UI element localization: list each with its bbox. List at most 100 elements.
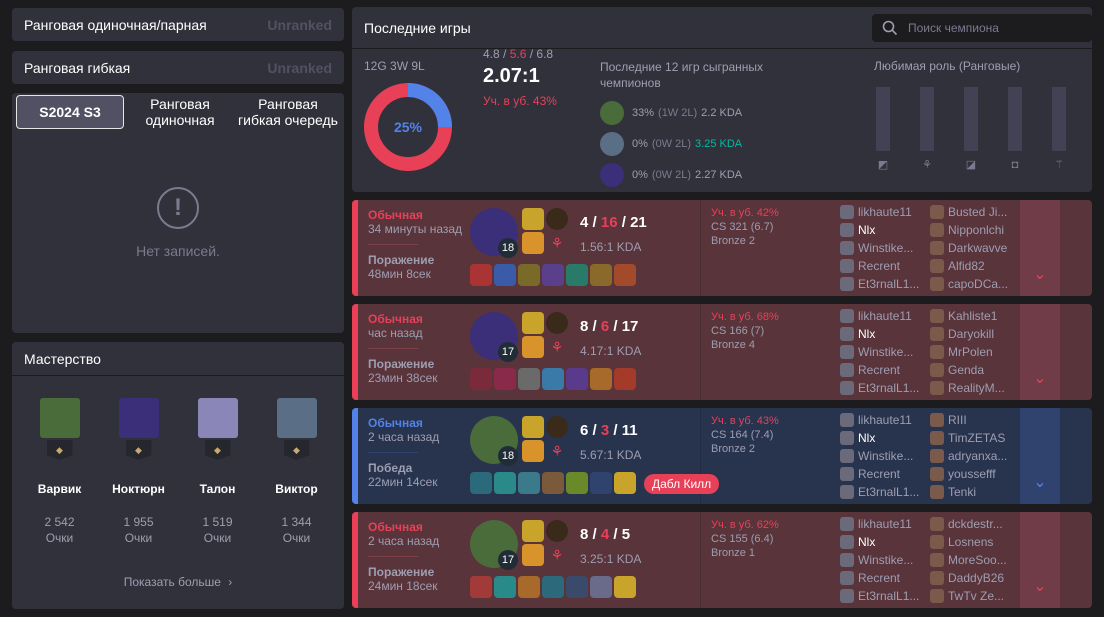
player[interactable]: Nipponlchi (930, 221, 1020, 239)
no-records-text: Нет записей. (136, 243, 220, 259)
player[interactable]: Et3rnalL1... (840, 379, 930, 397)
champion-icon (840, 431, 854, 445)
player[interactable]: likhaute11 (840, 203, 930, 221)
player[interactable]: MrPolen (930, 343, 1020, 361)
mastery-badge-icon: ◆ (283, 440, 310, 460)
match-type: Обычная (368, 208, 423, 222)
player[interactable]: likhaute11 (840, 411, 930, 429)
champion-search[interactable] (872, 13, 1092, 42)
player[interactable]: Nlx (840, 221, 930, 239)
ranked-solo-title: Ранговая одиночная/парная (24, 16, 207, 33)
mastery-champion[interactable]: ◆ Талон 1 519 Очки (183, 398, 253, 546)
player[interactable]: Alfid82 (930, 257, 1020, 275)
player[interactable]: MoreSoo... (930, 551, 1020, 569)
player[interactable]: Winstike... (840, 343, 930, 361)
expand-match-button[interactable]: ⌄ (1020, 200, 1060, 296)
creep-score: CS 155 (6.4) (711, 533, 774, 545)
items (470, 368, 636, 390)
champion-icon (930, 277, 944, 291)
player[interactable]: Nlx (840, 325, 930, 343)
champion-icon (840, 553, 854, 567)
player[interactable]: DaddyB26 (930, 569, 1020, 587)
player[interactable]: Et3rnalL1... (840, 275, 930, 293)
show-more-label: Показать больше (123, 575, 221, 589)
tab-ranked-flex[interactable]: Ранговая гибкая очередь (234, 95, 342, 129)
played-champions-title: Последние 12 игр сыгранных чемпионов (600, 60, 764, 90)
champion-icon (930, 535, 944, 549)
match-duration: 23мин 38сек (368, 371, 438, 385)
expand-match-button[interactable]: ⌄ (1020, 512, 1060, 608)
recent-games-panel: Последние игры 12G 3W 9L 25% 4.8 / 5.6 /… (352, 7, 1092, 192)
match-duration: 48мин 8сек (368, 267, 431, 281)
player[interactable]: Et3rnalL1... (840, 587, 930, 605)
rune-icon (546, 520, 568, 542)
player[interactable]: adryanxa... (930, 447, 1020, 465)
player[interactable]: Recrent (840, 257, 930, 275)
summoner-spell-icon (522, 232, 544, 254)
mastery-champion[interactable]: ◆ Варвик 2 542 Очки (25, 398, 95, 546)
show-more-button[interactable]: Показать больше › (12, 575, 344, 589)
player[interactable]: Nlx (840, 429, 930, 447)
item-icon (470, 576, 492, 598)
expand-match-button[interactable]: ⌄ (1020, 408, 1060, 504)
tab-season[interactable]: S2024 S3 (16, 95, 124, 129)
player[interactable]: Kahliste1 (930, 307, 1020, 325)
mastery-champion[interactable]: ◆ Виктор 1 344 Очки (262, 398, 332, 546)
player[interactable]: capoDCa... (930, 275, 1020, 293)
champion-icon (930, 309, 944, 323)
player[interactable]: Winstike... (840, 447, 930, 465)
match-card[interactable]: Обычная 2 часа назад Поражение 24мин 18сек 1… (352, 512, 1092, 608)
player[interactable]: Recrent (840, 569, 930, 587)
player[interactable]: TimZETAS (930, 429, 1020, 447)
champion-icon (930, 449, 944, 463)
match-card[interactable]: Обычная 34 минуты назад Поражение 48мин 8се… (352, 200, 1092, 296)
champion-icon (840, 241, 854, 255)
played-champion-row: 33% (1W 2L) 2.2 KDA (600, 101, 790, 125)
expand-match-button[interactable]: ⌄ (1020, 304, 1060, 400)
player[interactable]: Losnens (930, 533, 1020, 551)
player[interactable]: TwTv Ze... (930, 587, 1020, 605)
player[interactable]: Winstike... (840, 551, 930, 569)
search-input[interactable] (908, 20, 1078, 35)
champion-icon (840, 259, 854, 273)
rune-icon: ⚘ (550, 547, 564, 563)
played-champion-row: 0% (0W 2L) 3.25 KDA (600, 132, 790, 156)
champion-icon (840, 363, 854, 377)
champion-icon (930, 345, 944, 359)
player[interactable]: Recrent (840, 361, 930, 379)
player[interactable]: Daryokill (930, 325, 1020, 343)
search-icon (882, 20, 898, 35)
match-card[interactable]: Обычная час назад Поражение 23мин 38сек 17 ⚘ 8… (352, 304, 1092, 400)
champion-level: 18 (498, 238, 518, 258)
player[interactable]: likhaute11 (840, 307, 930, 325)
player[interactable]: dckdestr... (930, 515, 1020, 533)
item-icon (470, 368, 492, 390)
match-card[interactable]: Обычная 2 часа назад Победа 22мин 14сек 18 ⚘ 6… (352, 408, 1092, 504)
champion-icon (840, 589, 854, 603)
player[interactable]: Tenki (930, 483, 1020, 501)
creep-score: CS 166 (7) (711, 325, 765, 337)
player[interactable]: Winstike... (840, 239, 930, 257)
mastery-champion[interactable]: ◆ Ноктюрн 1 955 Очки (104, 398, 174, 546)
player[interactable]: RealityM... (930, 379, 1020, 397)
match-stats: 17 ⚘ 8 / 4 / 5 3.25:1 KDA (470, 512, 700, 608)
spells: ⚘ (522, 520, 568, 566)
item-icon (590, 368, 612, 390)
player[interactable]: Darkwavve (930, 239, 1020, 257)
mastery-panel: Мастерство ◆ Варвик 2 542 Очки ◆ Ноктюрн 1 955… (12, 342, 344, 609)
player[interactable]: RIII (930, 411, 1020, 429)
player[interactable]: Genda (930, 361, 1020, 379)
champion-icon (930, 381, 944, 395)
rune-icon (546, 416, 568, 438)
player[interactable]: Et3rnalL1... (840, 483, 930, 501)
player[interactable]: Nlx (840, 533, 930, 551)
match-extra-stats: Уч. в уб. 43% CS 164 (7.4) Bronze 2 (700, 408, 840, 504)
average-rank: Bronze 1 (711, 547, 756, 559)
spells: ⚘ (522, 208, 568, 254)
player[interactable]: Busted Ji... (930, 203, 1020, 221)
player[interactable]: youssefff (930, 465, 1020, 483)
tab-ranked-solo[interactable]: Ранговая одиночная (126, 95, 234, 129)
player[interactable]: likhaute11 (840, 515, 930, 533)
summoner-spell-icon (522, 208, 544, 230)
player[interactable]: Recrent (840, 465, 930, 483)
